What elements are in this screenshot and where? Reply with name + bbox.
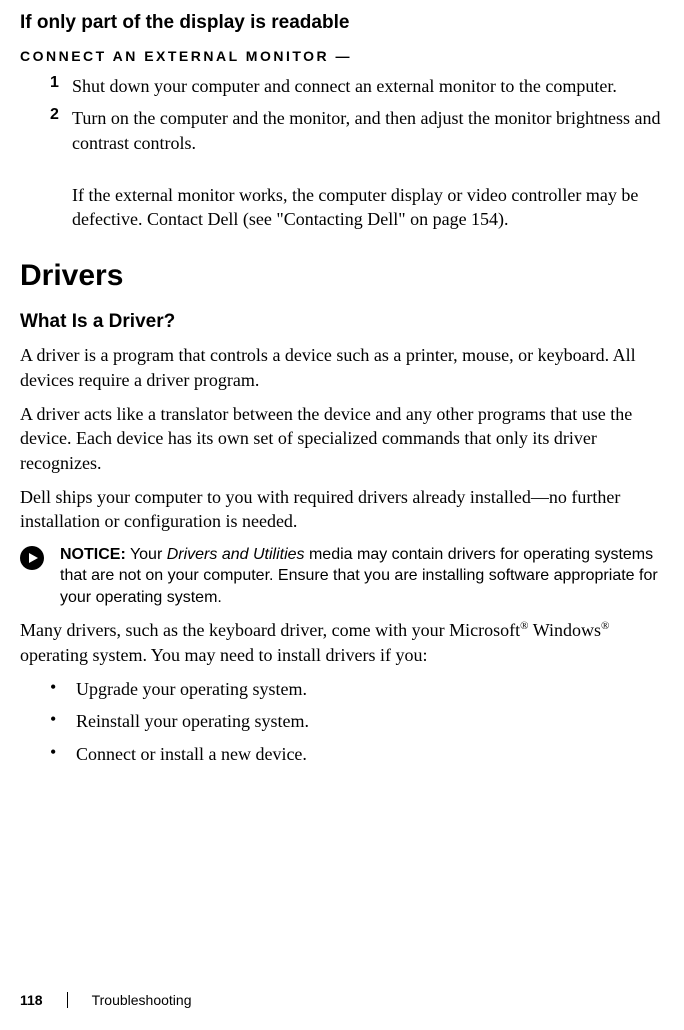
list-item: • Upgrade your operating system.: [50, 677, 664, 701]
step-text: Shut down your computer and connect an e…: [72, 74, 617, 98]
list-item: • Reinstall your operating system.: [50, 709, 664, 733]
step-number: 2: [50, 106, 72, 155]
step-item: 1 Shut down your computer and connect an…: [50, 74, 664, 98]
step-item: 2 Turn on the computer and the monitor, …: [50, 106, 664, 155]
arrow-right-circle-icon: [20, 546, 44, 570]
notice-icon-wrap: [20, 544, 60, 570]
notice-pre: Your: [126, 546, 167, 563]
page-number: 118: [20, 992, 43, 1008]
paragraph: Dell ships your computer to you with req…: [20, 485, 664, 534]
bullet-text: Upgrade your operating system.: [76, 677, 307, 701]
section-heading-drivers: Drivers: [20, 259, 664, 293]
page-footer: 118 Troubleshooting: [20, 992, 191, 1008]
footer-section-label: Troubleshooting: [92, 992, 192, 1008]
bullet-dot-icon: •: [50, 742, 76, 766]
paragraph: A driver is a program that controls a de…: [20, 343, 664, 392]
heading-subsection: If only part of the display is readable: [20, 12, 664, 34]
footer-divider-icon: [67, 992, 68, 1008]
notice-text: NOTICE: Your Drivers and Utilities media…: [60, 544, 664, 609]
action-heading: Connect an external monitor —: [20, 48, 664, 64]
registered-icon: ®: [601, 620, 609, 632]
bullet-text: Connect or install a new device.: [76, 742, 307, 766]
list-item: • Connect or install a new device.: [50, 742, 664, 766]
bullet-dot-icon: •: [50, 709, 76, 733]
para-segment: Many drivers, such as the keyboard drive…: [20, 620, 520, 640]
notice-block: NOTICE: Your Drivers and Utilities media…: [20, 544, 664, 609]
paragraph: A driver acts like a translator between …: [20, 402, 664, 475]
step-text: Turn on the computer and the monitor, an…: [72, 106, 664, 155]
notice-italic: Drivers and Utilities: [167, 546, 305, 563]
step-followup-text: If the external monitor works, the compu…: [72, 183, 664, 232]
bullet-text: Reinstall your operating system.: [76, 709, 309, 733]
para-segment: operating system. You may need to instal…: [20, 645, 427, 665]
bullet-list: • Upgrade your operating system. • Reins…: [20, 677, 664, 766]
step-list: 1 Shut down your computer and connect an…: [20, 74, 664, 155]
para-segment: Windows: [529, 620, 601, 640]
step-number: 1: [50, 74, 72, 98]
paragraph: Many drivers, such as the keyboard drive…: [20, 618, 664, 667]
registered-icon: ®: [520, 620, 528, 632]
section-subheading: What Is a Driver?: [20, 311, 664, 333]
notice-label: NOTICE:: [60, 546, 126, 563]
bullet-dot-icon: •: [50, 677, 76, 701]
